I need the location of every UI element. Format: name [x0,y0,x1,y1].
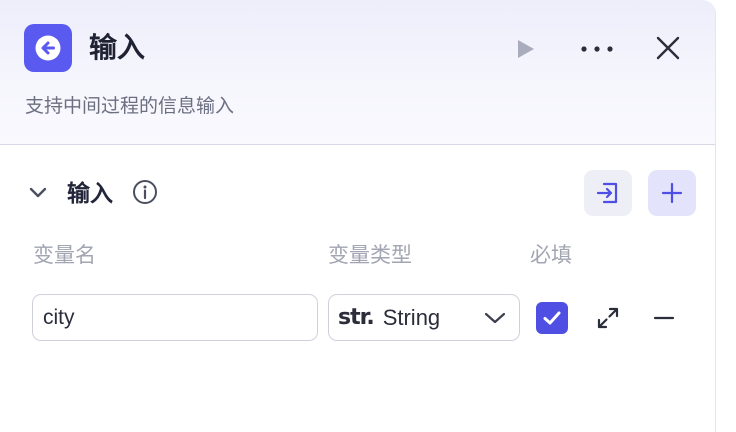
node-description: 支持中间过程的信息输入 [25,96,235,117]
variable-type-select[interactable]: str. String [328,294,520,341]
column-header-type: 变量类型 [328,244,412,267]
info-icon[interactable] [132,179,158,205]
variable-name-input[interactable]: city [32,294,318,341]
required-checkbox[interactable] [536,302,568,334]
import-button[interactable] [584,170,632,216]
chevron-down-icon [29,187,47,198]
remove-button[interactable] [650,302,678,334]
section-title: 输入 [67,180,113,206]
expand-icon [597,307,619,329]
plus-icon [661,182,683,204]
more-horizontal-icon [581,46,613,52]
close-icon [656,36,680,60]
collapse-toggle[interactable] [26,182,50,204]
import-icon [596,182,618,204]
expand-button[interactable] [592,302,624,334]
checkmark-icon [543,311,561,325]
minus-icon [653,316,675,320]
column-header-required: 必填 [530,244,572,267]
more-button[interactable] [578,32,616,66]
close-button[interactable] [650,30,686,66]
input-node-panel: 输入 支持中间过程的信息输入 输入 变量名 变量类型 必填 city str. … [0,0,716,432]
node-header: 输入 支持中间过程的信息输入 [0,0,715,145]
node-title: 输入 [89,32,146,63]
type-label: String [382,304,441,330]
chevron-down-icon [484,312,506,324]
add-variable-button[interactable] [648,170,696,216]
type-prefix: str. [338,305,375,330]
run-button[interactable] [508,32,542,66]
variable-name-value: city [43,305,75,329]
column-header-name: 变量名 [33,244,96,267]
play-icon [518,40,534,58]
arrow-left-circle-icon [24,24,72,72]
